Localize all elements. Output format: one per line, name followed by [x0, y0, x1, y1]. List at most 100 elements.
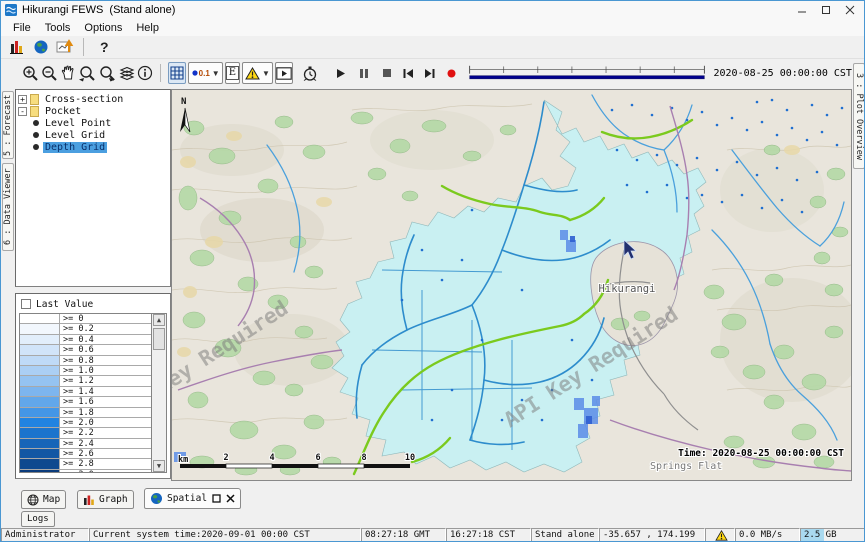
close-pane-button[interactable] — [226, 494, 235, 503]
animation-timer-button[interactable] — [302, 62, 318, 84]
pause-button[interactable] — [356, 62, 370, 84]
layers-tree-panel: + Cross-section - Pocket Level Point Lev… — [15, 89, 171, 287]
last-value-row[interactable]: Last Value — [19, 297, 167, 311]
tree-node-pocket[interactable]: - Pocket — [18, 105, 168, 117]
legend-list: >= 0 >= 0.2 >= 0.4 >= 0.6 >= 0.8 >= 1.0 … — [19, 313, 167, 473]
zoom-next-icon — [98, 65, 116, 82]
legend-label: >= 3.0 — [60, 470, 94, 473]
expand-icon[interactable]: + — [18, 95, 27, 104]
legend-row[interactable]: >= 1.6 — [20, 397, 151, 407]
legend-row[interactable]: >= 2.4 — [20, 439, 151, 449]
legend-row[interactable]: >= 0.2 — [20, 324, 151, 334]
layers-button[interactable] — [118, 62, 135, 84]
svg-text:8: 8 — [361, 453, 366, 463]
scroll-down-icon[interactable]: ▼ — [153, 460, 165, 472]
legend-label: >= 1.8 — [60, 408, 94, 417]
legend-row[interactable]: >= 0 — [20, 314, 151, 324]
isoline-letter: E — [226, 66, 239, 80]
tree-node-level-point[interactable]: Level Point — [18, 117, 168, 129]
warning-dropdown[interactable]: ▼ — [242, 62, 273, 84]
zoom-in-button[interactable] — [22, 62, 39, 84]
map-viewport[interactable]: API Key Required API Key Required Hikura… — [171, 89, 852, 481]
legend-row[interactable]: >= 2.8 — [20, 459, 151, 469]
status-warning-cell[interactable] — [705, 528, 735, 542]
spatial-display-button[interactable] — [30, 36, 52, 58]
legend-label: >= 0 — [60, 314, 83, 323]
zoom-previous-button[interactable] — [78, 62, 96, 84]
play-button[interactable] — [333, 62, 347, 84]
tab-data-viewer[interactable]: 6 : Data Viewer — [2, 163, 14, 251]
tab-forecast[interactable]: 5 : Forecast — [2, 91, 14, 159]
menu-file[interactable]: File — [6, 21, 38, 35]
legend-row[interactable]: >= 1.0 — [20, 366, 151, 376]
map-canvas[interactable]: API Key Required API Key Required Hikura… — [172, 90, 851, 480]
collapse-icon[interactable]: - — [18, 107, 27, 116]
grid-toggle-button[interactable] — [168, 62, 186, 84]
help-button[interactable]: ? — [100, 39, 109, 55]
restore-pane-button[interactable] — [212, 494, 221, 503]
tree-node-level-grid[interactable]: Level Grid — [18, 129, 168, 141]
legend-scrollbar[interactable]: ▲ ▼ — [151, 314, 166, 472]
legend-row[interactable]: >= 2.6 — [20, 449, 151, 459]
zoom-next-button[interactable] — [98, 62, 116, 84]
go-last-button[interactable] — [423, 62, 437, 84]
legend-row[interactable]: >= 1.4 — [20, 387, 151, 397]
timeseries-dialog-button[interactable] — [54, 36, 76, 58]
info-button[interactable] — [137, 62, 153, 84]
maximize-button[interactable] — [814, 1, 838, 19]
menu-tools[interactable]: Tools — [38, 21, 78, 35]
current-datetime-label: 2020-08-25 00:00:00 CST — [713, 68, 851, 79]
legend-swatch — [20, 356, 60, 365]
tree-node-label: Level Point — [43, 118, 113, 129]
tab-spatial[interactable]: Spatial — [144, 488, 241, 509]
pan-button[interactable] — [60, 62, 76, 84]
close-button[interactable] — [838, 1, 862, 19]
time-slider-range-bar[interactable] — [470, 76, 705, 79]
main-toolbar: ? — [1, 36, 864, 59]
menu-help[interactable]: Help — [129, 21, 166, 35]
tab-graph[interactable]: Graph — [77, 490, 134, 509]
menu-options[interactable]: Options — [77, 21, 129, 35]
legend-swatch — [20, 428, 60, 437]
tab-plot-overview[interactable]: 3 : Plot Overview — [853, 63, 865, 169]
legend-row[interactable]: >= 1.8 — [20, 408, 151, 418]
legend-row[interactable]: >= 0.4 — [20, 335, 151, 345]
go-first-button[interactable] — [401, 62, 415, 84]
logs-button[interactable]: Logs — [21, 511, 55, 527]
tab-map-label: Map — [43, 494, 60, 505]
tab-plot-overview-label: 3 : Plot Overview — [854, 73, 864, 160]
close-icon — [226, 494, 235, 503]
zoom-in-icon — [22, 65, 39, 82]
zoom-out-button[interactable] — [41, 62, 58, 84]
tree-node-depth-grid[interactable]: Depth Grid — [18, 141, 168, 153]
minimize-button[interactable] — [790, 1, 814, 19]
class-interval-dropdown[interactable]: 0.1 ▼ — [188, 62, 223, 84]
time-slider[interactable] — [467, 60, 707, 86]
scroll-up-icon[interactable]: ▲ — [153, 314, 165, 326]
legend-row[interactable]: >= 2.2 — [20, 428, 151, 438]
last-value-label: Last Value — [36, 299, 93, 310]
last-value-checkbox[interactable] — [21, 299, 31, 309]
app-icon — [5, 4, 17, 16]
legend-row[interactable]: >= 0.8 — [20, 356, 151, 366]
tab-data-viewer-label: 6 : Data Viewer — [3, 169, 13, 246]
tree-node-cross-section[interactable]: + Cross-section — [18, 93, 168, 105]
title-bar[interactable]: Hikurangi FEWS (Stand alone) — [1, 1, 864, 19]
legend-swatch — [20, 418, 60, 427]
reports-button[interactable] — [6, 36, 28, 58]
legend-row[interactable]: >= 3.0 — [20, 470, 151, 473]
tab-map[interactable]: Map — [21, 490, 66, 509]
isoline-label-button[interactable]: E — [225, 62, 240, 84]
status-system-time: Current system time:2020-09-01 00:00 CST — [89, 528, 361, 542]
grid-icon — [169, 65, 185, 81]
scroll-thumb[interactable] — [153, 328, 165, 350]
pan-hand-icon — [60, 65, 76, 81]
legend-label: >= 2.4 — [60, 439, 94, 448]
legend-row[interactable]: >= 1.2 — [20, 376, 151, 386]
stop-button[interactable] — [380, 62, 394, 84]
legend-row[interactable]: >= 2.0 — [20, 418, 151, 428]
movie-export-button[interactable] — [275, 62, 293, 84]
legend-row[interactable]: >= 0.6 — [20, 345, 151, 355]
info-icon — [137, 65, 153, 81]
record-button[interactable] — [444, 62, 458, 84]
